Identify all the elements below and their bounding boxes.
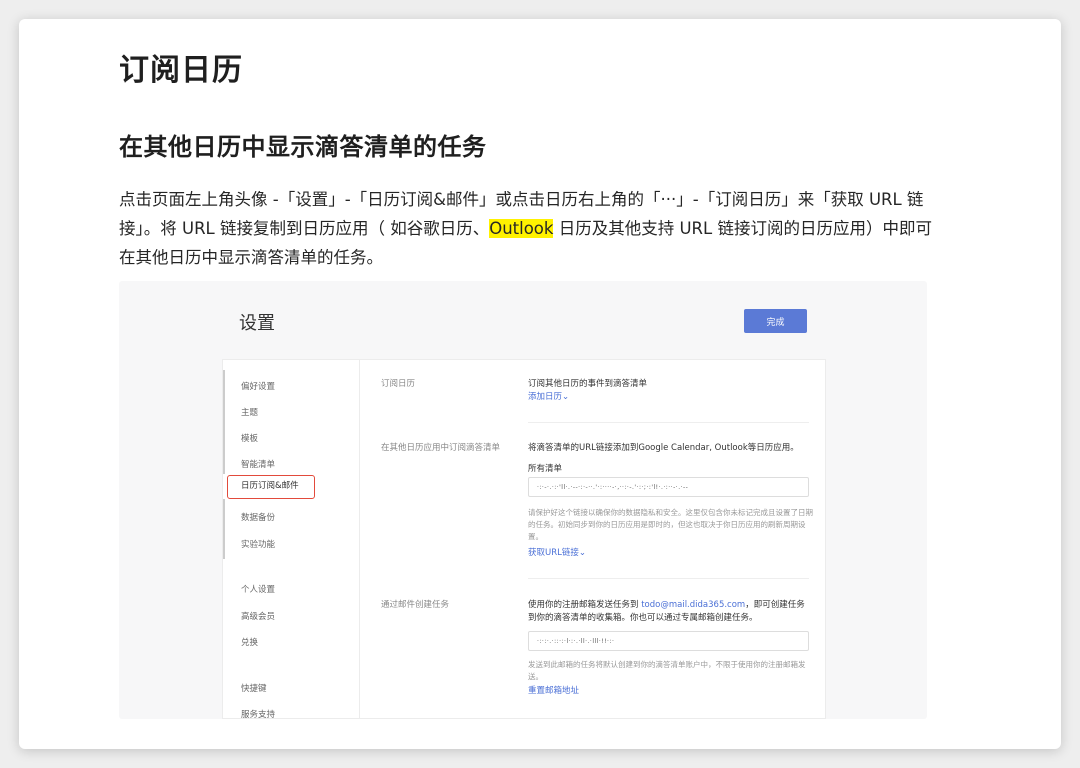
sidebar-item-shortcuts[interactable]: 快捷键 <box>241 682 267 694</box>
calendar-url-field[interactable]: ·:·-·.·:·'ll·.·--·:·-··.'·:····-·,··:·-.… <box>528 477 809 497</box>
section-text-email: 使用你的注册邮箱发送任务到 todo@mail.dida365.com，即可创建… <box>528 599 813 625</box>
sidebar-item-theme[interactable]: 主题 <box>241 406 258 418</box>
email-address-field[interactable]: ·:·:·.·::·:·l·:·.·ll·.·lll·!!·:· <box>528 631 809 651</box>
export-hint-text: 请保护好这个链接以确保你的数据隐私和安全。这里仅包含你未标记完成且设置了日期的任… <box>528 508 813 541</box>
sidebar-item-labs[interactable]: 实验功能 <box>241 538 275 550</box>
sidebar-item-premium[interactable]: 高级会员 <box>241 610 275 622</box>
section-divider <box>528 422 809 423</box>
section-title: 在其他日历中显示滴答清单的任务 <box>119 133 487 161</box>
email-text-before: 使用你的注册邮箱发送任务到 <box>528 600 642 610</box>
reset-email-link[interactable]: 重置邮箱地址 <box>528 685 579 698</box>
sidebar-item-smart-lists[interactable]: 智能清单 <box>241 458 275 470</box>
sidebar-item-redeem[interactable]: 兑换 <box>241 636 258 648</box>
todo-email-link[interactable]: todo@mail.dida365.com <box>641 600 745 610</box>
settings-panel: 偏好设置 主题 模板 智能清单 日历订阅&邮件 数据备份 实验功能 个人设置 高… <box>222 359 826 719</box>
settings-title: 设置 <box>239 313 275 334</box>
section-label-export: 在其他日历应用中订阅滴答清单 <box>381 443 501 453</box>
field-label-all-lists: 所有清单 <box>528 464 563 474</box>
body-paragraph: 点击页面左上角头像 -「设置」-「日历订阅&邮件」或点击日历右上角的「···」-… <box>119 185 939 272</box>
get-url-link[interactable]: 获取URL链接⌄ <box>528 547 586 560</box>
sidebar-item-account[interactable]: 个人设置 <box>241 583 275 595</box>
settings-screenshot: 设置 完成 偏好设置 主题 模板 智能清单 日历订阅&邮件 数据备份 实验功能 … <box>119 281 927 719</box>
sidebar-scroll-track <box>223 499 225 559</box>
article-card: 订阅日历 在其他日历中显示滴答清单的任务 点击页面左上角头像 -「设置」-「日历… <box>19 19 1061 749</box>
add-calendar-link[interactable]: 添加日历⌄ <box>528 391 569 404</box>
sidebar-item-backup[interactable]: 数据备份 <box>241 511 275 523</box>
sidebar-scroll-track <box>223 370 225 474</box>
section-label-subscribe: 订阅日历 <box>381 379 416 389</box>
highlighted-text: Outlook <box>489 219 554 238</box>
sidebar-item-support[interactable]: 服务支持 <box>241 708 275 719</box>
section-divider <box>528 578 809 579</box>
page-title: 订阅日历 <box>119 53 243 88</box>
done-button[interactable]: 完成 <box>744 309 807 333</box>
settings-sidebar: 偏好设置 主题 模板 智能清单 日历订阅&邮件 数据备份 实验功能 个人设置 高… <box>223 360 360 719</box>
sidebar-item-calendar-email[interactable]: 日历订阅&邮件 <box>227 475 315 499</box>
section-label-email: 通过邮件创建任务 <box>381 600 450 610</box>
sidebar-item-preferences[interactable]: 偏好设置 <box>241 380 275 392</box>
section-text-subscribe: 订阅其他日历的事件到滴答清单 <box>528 379 648 389</box>
sidebar-item-templates[interactable]: 模板 <box>241 432 258 444</box>
section-text-export: 将滴答清单的URL链接添加到Google Calendar, Outlook等日… <box>528 443 799 453</box>
email-hint-text: 发送到此邮箱的任务将默认创建到你的滴答清单账户中，不限于使用你的注册邮箱发送。 <box>528 660 806 681</box>
